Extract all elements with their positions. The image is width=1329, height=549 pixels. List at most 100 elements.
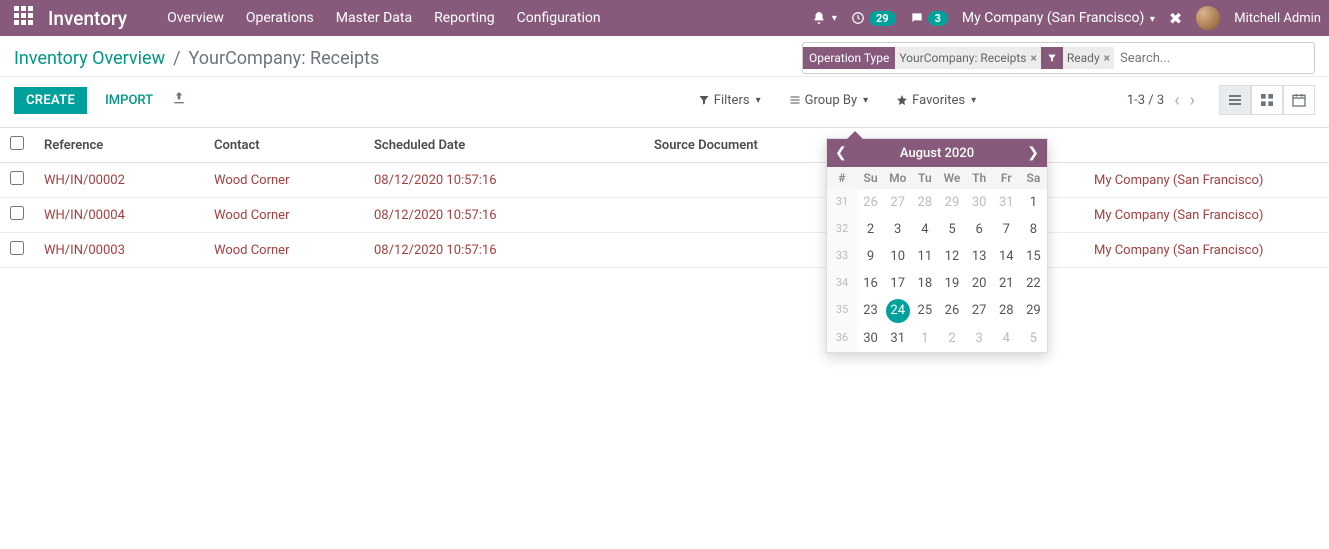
pager-prev-icon[interactable]: ‹ — [1174, 90, 1179, 111]
kanban-view-icon[interactable] — [1251, 85, 1283, 115]
col-contact[interactable]: Contact — [204, 128, 364, 163]
upload-icon[interactable] — [171, 90, 187, 110]
datepicker-day[interactable]: 25 — [911, 297, 938, 325]
datepicker-day[interactable]: 26 — [938, 297, 965, 325]
datepicker-day[interactable]: 4 — [911, 216, 938, 243]
datepicker-day[interactable]: 26 — [857, 189, 884, 216]
datepicker-day[interactable]: 27 — [966, 297, 993, 325]
cell-contact[interactable]: Wood Corner — [204, 198, 364, 233]
favorites-tool[interactable]: Favorites ▾ — [896, 93, 976, 108]
search-bar[interactable]: Operation Type YourCompany: Receipts × R… — [802, 42, 1315, 74]
pager-range[interactable]: 1-3 / 3 — [1127, 93, 1164, 108]
cell-contact[interactable]: Wood Corner — [204, 233, 364, 268]
table-row[interactable]: WH/IN/00003 Wood Corner 08/12/2020 10:57… — [0, 233, 1329, 268]
datepicker-day[interactable]: 29 — [938, 189, 965, 216]
datepicker-week-row: 322345678 — [827, 216, 1047, 243]
datepicker-day[interactable]: 21 — [993, 270, 1020, 297]
groupby-tool[interactable]: Group By ▾ — [789, 93, 869, 108]
row-checkbox[interactable] — [10, 171, 24, 185]
caret-down-icon: ▾ — [1150, 14, 1155, 25]
row-checkbox[interactable] — [10, 206, 24, 220]
datepicker-day[interactable]: 12 — [938, 243, 965, 270]
close-icon[interactable]: × — [1031, 51, 1037, 65]
breadcrumb-root[interactable]: Inventory Overview — [14, 48, 165, 69]
datepicker-day[interactable]: 29 — [1020, 297, 1047, 325]
datepicker-day[interactable]: 22 — [1020, 270, 1047, 297]
datepicker-day[interactable]: 24 — [886, 299, 910, 323]
datepicker-day[interactable]: 16 — [857, 270, 884, 297]
apps-icon[interactable] — [14, 6, 38, 30]
chat-icon[interactable]: 3 — [910, 11, 948, 26]
cell-contact[interactable]: Wood Corner — [204, 163, 364, 198]
datepicker-day[interactable]: 6 — [966, 216, 993, 243]
cell-reference[interactable]: WH/IN/00002 — [34, 163, 204, 198]
next-month-icon[interactable]: ❯ — [1027, 145, 1039, 161]
filters-tool[interactable]: Filters ▾ — [698, 93, 761, 108]
datepicker-day[interactable]: 13 — [966, 243, 993, 270]
datepicker-day[interactable]: 31 — [993, 189, 1020, 216]
table-row[interactable]: WH/IN/00004 Wood Corner 08/12/2020 10:57… — [0, 198, 1329, 233]
cell-reference[interactable]: WH/IN/00004 — [34, 198, 204, 233]
datepicker-day[interactable]: 31 — [884, 325, 911, 352]
import-button[interactable]: IMPORT — [105, 93, 153, 108]
select-all-checkbox[interactable] — [10, 136, 24, 150]
datepicker[interactable]: ❮ August 2020 ❯ # Su Mo Tu We Th Fr Sa 3… — [826, 138, 1048, 353]
datepicker-day[interactable]: 14 — [993, 243, 1020, 270]
avatar[interactable] — [1196, 6, 1220, 30]
datepicker-day[interactable]: 2 — [857, 216, 884, 243]
datepicker-day[interactable]: 2 — [938, 325, 965, 352]
datepicker-day[interactable]: 19 — [938, 270, 965, 297]
datepicker-day[interactable]: 5 — [938, 216, 965, 243]
datepicker-day[interactable]: 5 — [1020, 325, 1047, 352]
datepicker-day[interactable]: 3 — [966, 325, 993, 352]
datepicker-day[interactable]: 1 — [911, 325, 938, 352]
cell-scheduled-date[interactable]: 08/12/2020 10:57:16 — [364, 198, 644, 233]
datepicker-day[interactable]: 4 — [993, 325, 1020, 352]
datepicker-day[interactable]: 11 — [911, 243, 938, 270]
datepicker-title[interactable]: August 2020 — [900, 146, 974, 161]
activity-icon[interactable]: 29 — [851, 11, 896, 26]
row-checkbox[interactable] — [10, 241, 24, 255]
datepicker-day[interactable]: 15 — [1020, 243, 1047, 270]
datepicker-day[interactable]: 10 — [884, 243, 911, 270]
select-all-cell — [0, 128, 34, 163]
cell-scheduled-date[interactable]: 08/12/2020 10:57:16 — [364, 233, 644, 268]
list-view-icon[interactable] — [1219, 85, 1251, 115]
datepicker-day[interactable]: 9 — [857, 243, 884, 270]
company-switcher[interactable]: My Company (San Francisco) ▾ — [962, 10, 1155, 26]
cell-scheduled-date[interactable]: 08/12/2020 10:57:16 — [364, 163, 644, 198]
datepicker-day[interactable]: 18 — [911, 270, 938, 297]
datepicker-day[interactable]: 3 — [884, 216, 911, 243]
close-icon[interactable]: × — [1104, 51, 1110, 65]
calendar-view-icon[interactable] — [1283, 85, 1315, 115]
create-button[interactable]: CREATE — [14, 87, 87, 114]
app-brand[interactable]: Inventory — [48, 7, 127, 30]
table-row[interactable]: WH/IN/00002 Wood Corner 08/12/2020 10:57… — [0, 163, 1329, 198]
user-name[interactable]: Mitchell Admin — [1234, 11, 1321, 26]
menu-master-data[interactable]: Master Data — [336, 10, 412, 26]
datepicker-day[interactable]: 27 — [884, 189, 911, 216]
pager-next-icon[interactable]: › — [1190, 90, 1195, 111]
menu-configuration[interactable]: Configuration — [517, 10, 601, 26]
menu-overview[interactable]: Overview — [167, 10, 224, 26]
bell-icon[interactable]: ▾ — [812, 11, 837, 25]
datepicker-day[interactable]: 28 — [911, 189, 938, 216]
datepicker-day[interactable]: 7 — [993, 216, 1020, 243]
debug-icon[interactable]: ✖ — [1169, 9, 1182, 28]
menu-operations[interactable]: Operations — [246, 10, 314, 26]
datepicker-day[interactable]: 28 — [993, 297, 1020, 325]
datepicker-day[interactable]: 1 — [1020, 189, 1047, 216]
datepicker-day[interactable]: 20 — [966, 270, 993, 297]
datepicker-day[interactable]: 8 — [1020, 216, 1047, 243]
search-input[interactable] — [1114, 47, 1314, 70]
datepicker-day[interactable]: 17 — [884, 270, 911, 297]
datepicker-day[interactable]: 30 — [966, 189, 993, 216]
prev-month-icon[interactable]: ❮ — [835, 145, 847, 161]
menu-reporting[interactable]: Reporting — [434, 10, 495, 26]
datepicker-day[interactable]: 30 — [857, 325, 884, 352]
datepicker-day[interactable]: 23 — [857, 297, 884, 325]
col-reference[interactable]: Reference — [34, 128, 204, 163]
facet-label: Operation Type — [803, 47, 895, 69]
col-scheduled-date[interactable]: Scheduled Date — [364, 128, 644, 163]
cell-reference[interactable]: WH/IN/00003 — [34, 233, 204, 268]
